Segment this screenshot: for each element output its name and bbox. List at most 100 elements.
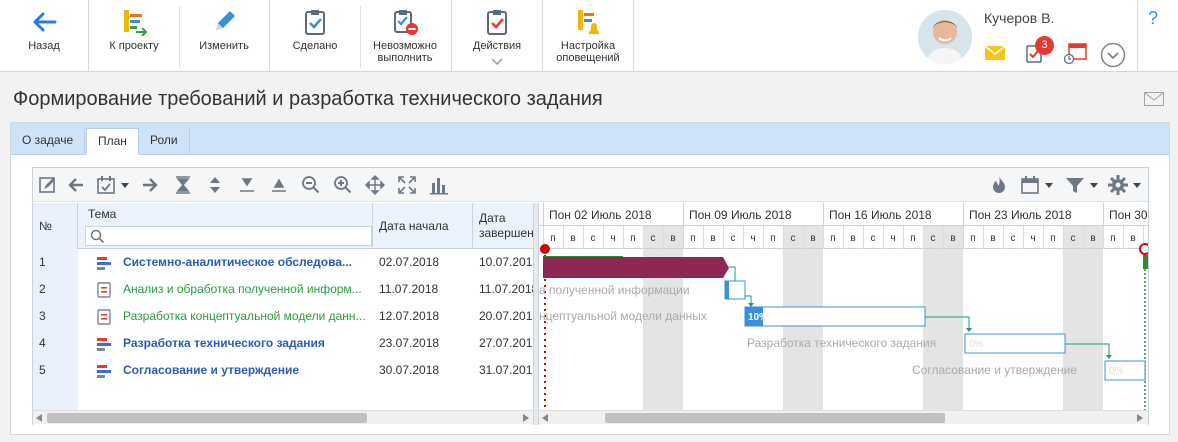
row-end-date: 10.07.2018	[479, 255, 533, 269]
caret-down-icon[interactable]	[1045, 183, 1053, 188]
calendar-icon[interactable]	[1020, 175, 1040, 195]
summary-task-icon	[97, 338, 111, 351]
arrow-left-icon[interactable]	[66, 175, 86, 195]
gantt-horizontal-scrollbar[interactable]	[539, 410, 1148, 424]
row-end-date: 20.07.2018	[479, 309, 533, 323]
fire-icon[interactable]	[989, 175, 1009, 195]
tasks-badge: 3	[1035, 36, 1054, 55]
main-toolbar: Назад К проекту Изменить Сделано Невозмо…	[0, 0, 1178, 72]
grid-horizontal-scrollbar[interactable]	[33, 410, 533, 424]
row-task-name[interactable]: Разработка концептуальной модели данн...	[123, 303, 371, 330]
next-task-bar[interactable]	[1143, 255, 1148, 269]
day-header-label: в	[1090, 233, 1095, 244]
caret-down-icon[interactable]	[121, 183, 129, 188]
edit-grid-icon[interactable]	[38, 175, 58, 195]
week-header-label: Пон 02 Июль 2018	[549, 208, 652, 222]
deadline-marker[interactable]	[1139, 243, 1148, 255]
envelope-icon[interactable]	[1144, 92, 1164, 106]
summary-task-icon	[97, 257, 111, 270]
notification-settings-button[interactable]: Настройка оповещений	[544, 0, 632, 72]
tab-plan[interactable]: План	[86, 128, 139, 155]
move-icon[interactable]	[365, 175, 385, 195]
weekend-column	[1063, 226, 1083, 410]
table-row[interactable]: 3 Разработка концептуальной модели данн..…	[33, 303, 533, 330]
tab-roles[interactable]: Роли	[139, 128, 190, 155]
row-task-name[interactable]: Согласование и утверждение	[123, 357, 371, 384]
column-start-label: Дата начала	[379, 219, 449, 233]
zoom-out-icon[interactable]	[301, 175, 321, 195]
day-header-label: п	[630, 233, 635, 244]
column-end-label: Дата завершен	[479, 211, 533, 241]
day-header-label: п	[910, 233, 915, 244]
summary-task-bar[interactable]	[543, 257, 729, 278]
gantt-scroll-thumb[interactable]	[605, 413, 945, 423]
task-progress-label: 10%	[748, 312, 768, 323]
toolbar-divider	[269, 0, 270, 72]
day-header-label: п	[830, 233, 835, 244]
done-label: Сделано	[292, 40, 338, 52]
theme-filter-input[interactable]	[85, 226, 372, 246]
caret-down-icon[interactable]	[1090, 183, 1098, 188]
fit-screen-icon[interactable]	[397, 175, 417, 195]
back-label: Назад	[28, 40, 60, 52]
gear-icon[interactable]	[1108, 175, 1128, 195]
calendar-check-icon[interactable]	[96, 175, 116, 195]
table-row[interactable]: 4 Разработка технического задания 23.07.20…	[33, 330, 533, 357]
day-header-label: с	[591, 233, 596, 244]
collapse-all-icon[interactable]	[173, 175, 193, 195]
column-end-header[interactable]: Дата завершен	[473, 203, 533, 249]
chevron-down-circle-icon[interactable]	[1100, 42, 1126, 68]
arrow-right-icon[interactable]	[140, 175, 160, 195]
edit-button[interactable]: Изменить	[180, 0, 268, 72]
filter-icon[interactable]	[1065, 175, 1085, 195]
column-end-line1: Дата	[479, 211, 506, 225]
row-number: 1	[33, 249, 78, 276]
back-button[interactable]: Назад	[0, 0, 88, 72]
row-task-name[interactable]: Анализ и обработка полученной информ...	[123, 276, 371, 303]
to-project-button[interactable]: К проекту	[90, 0, 178, 72]
day-header-label: п	[550, 233, 555, 244]
tab-about[interactable]: О задаче	[11, 128, 86, 155]
day-header-label: ч	[750, 233, 755, 244]
user-avatar[interactable]	[918, 10, 972, 64]
zoom-in-icon[interactable]	[333, 175, 353, 195]
table-row[interactable]: 5 Согласование и утверждение 30.07.2018 31.…	[33, 357, 533, 384]
impossible-line1: Невозможно	[373, 40, 437, 52]
task-bar[interactable]	[744, 306, 926, 327]
calendar-icon[interactable]	[1063, 43, 1087, 65]
expand-icon[interactable]	[269, 175, 289, 195]
project-icon	[124, 10, 148, 36]
impossible-button[interactable]: Невозможно выполнить	[361, 0, 449, 72]
day-header-label: в	[1130, 233, 1135, 244]
table-row[interactable]: 1 Системно-аналитическое обследова... 02.0…	[33, 249, 533, 276]
actions-label: Действия	[472, 40, 522, 52]
row-task-name[interactable]: Разработка технического задания	[123, 330, 371, 357]
user-name[interactable]: Кучеров В.	[984, 10, 1054, 26]
day-header-label: в	[810, 233, 815, 244]
scroll-left-icon[interactable]	[36, 414, 42, 422]
row-task-name[interactable]: Системно-аналитическое обследова...	[123, 249, 371, 276]
bar-chart-icon[interactable]	[429, 175, 449, 195]
week-header-label: Пон 09 Июль 2018	[689, 208, 792, 222]
caret-down-icon[interactable]	[1133, 183, 1141, 188]
row-number: 4	[33, 330, 78, 357]
column-number-header[interactable]: №	[33, 203, 78, 249]
grid-scroll-thumb[interactable]	[47, 413, 367, 423]
done-button[interactable]: Сделано	[271, 0, 359, 72]
scroll-right-icon[interactable]	[523, 414, 529, 422]
day-header-label: ч	[890, 233, 895, 244]
expand-all-icon[interactable]	[205, 175, 225, 195]
actions-button[interactable]: Действия	[453, 0, 541, 72]
column-start-header[interactable]: Дата начала	[373, 203, 473, 249]
row-start-date: 11.07.2018	[379, 282, 439, 296]
row-number: 3	[33, 303, 78, 330]
scroll-left-icon[interactable]	[542, 414, 548, 422]
help-button[interactable]: ?	[1148, 8, 1158, 29]
row-end-date: 27.07.2018	[479, 336, 533, 350]
mail-icon[interactable]	[985, 46, 1005, 60]
collapse-icon[interactable]	[237, 175, 257, 195]
table-row[interactable]: 2 Анализ и обработка полученной информ...…	[33, 276, 533, 303]
scroll-right-icon[interactable]	[1137, 414, 1143, 422]
summary-task-icon	[97, 365, 111, 378]
today-marker[interactable]	[540, 244, 550, 254]
